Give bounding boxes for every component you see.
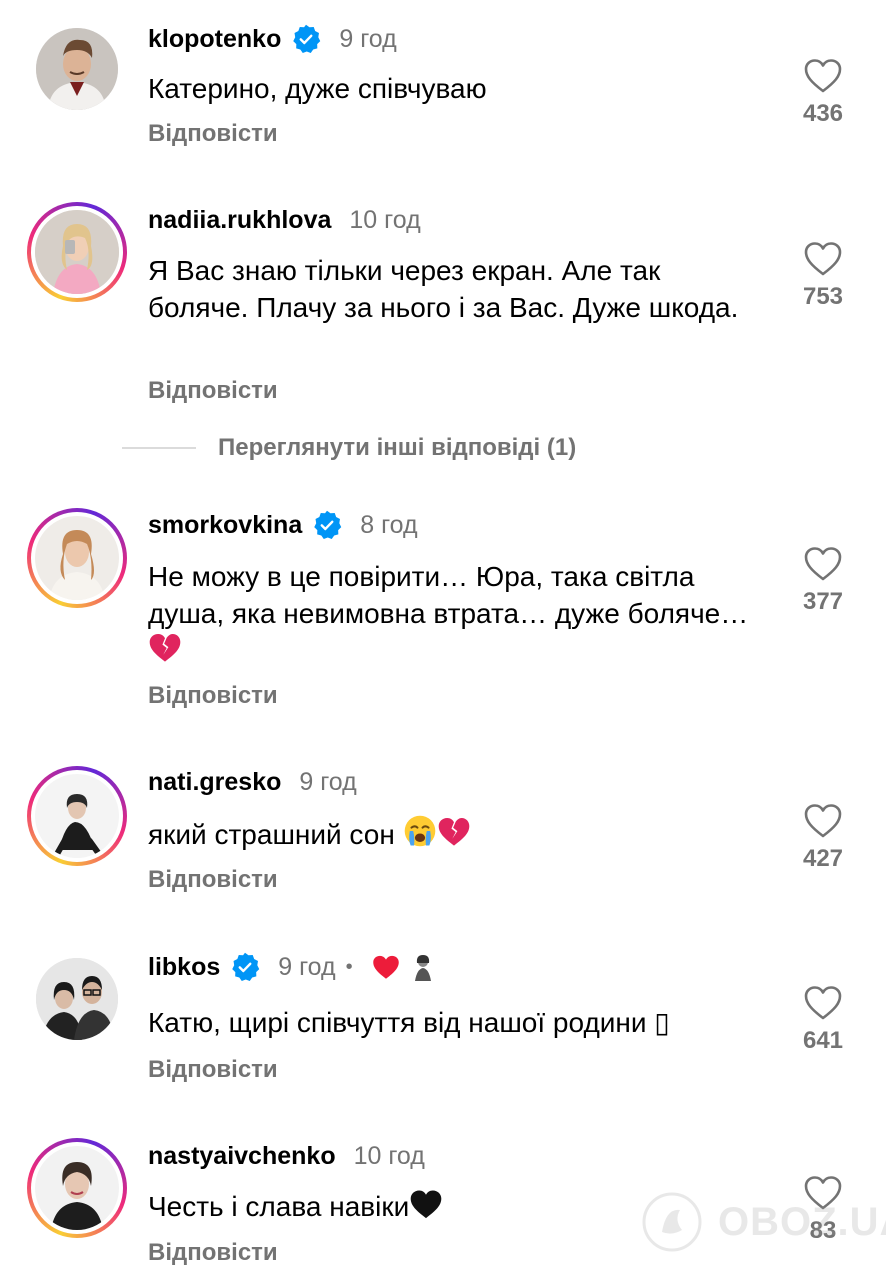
crying-face-icon bbox=[404, 815, 435, 847]
like-count: 753 bbox=[802, 283, 844, 310]
like-count: 377 bbox=[802, 588, 844, 615]
timestamp: 9 год bbox=[339, 24, 397, 53]
username[interactable]: nati.gresko bbox=[148, 768, 281, 797]
creator-avatar-icon bbox=[410, 953, 435, 981]
heart-icon[interactable] bbox=[803, 58, 843, 94]
comment-text: Катерино, дуже співчуваю bbox=[148, 73, 487, 104]
timestamp: 10 год bbox=[353, 1142, 425, 1170]
comment-meta: libkos 9 год • bbox=[148, 952, 435, 982]
comment-meta: nati.gresko 9 год bbox=[148, 768, 357, 797]
separator-dot: • bbox=[345, 955, 353, 978]
reply-button[interactable]: Відповісти bbox=[148, 1239, 278, 1267]
heart-icon[interactable] bbox=[803, 985, 843, 1021]
timestamp: 9 год bbox=[278, 952, 336, 981]
timestamp: 10 год bbox=[349, 206, 421, 234]
verified-badge-icon bbox=[293, 24, 321, 54]
reply-button[interactable]: Відповісти bbox=[148, 682, 278, 710]
comment-text-body: який страшний сон bbox=[148, 819, 395, 850]
avatar[interactable] bbox=[27, 1138, 127, 1238]
comment-meta: nadiia.rukhlova 10 год bbox=[148, 206, 421, 235]
divider bbox=[122, 447, 196, 449]
verified-badge-icon bbox=[314, 510, 342, 540]
comment-text-body: Не можу в це повірити… Юра, така світла … bbox=[148, 561, 749, 629]
like-control: 641 bbox=[796, 985, 850, 1055]
like-control: 436 bbox=[796, 58, 850, 128]
heart-icon[interactable] bbox=[803, 803, 843, 839]
heart-icon[interactable] bbox=[803, 546, 843, 582]
black-heart-icon bbox=[410, 1190, 442, 1219]
view-more-replies[interactable]: Переглянути інші відповіді (1) bbox=[122, 434, 576, 462]
creator-liked-heart-icon bbox=[372, 955, 399, 979]
like-count: 436 bbox=[802, 100, 844, 127]
username[interactable]: klopotenko bbox=[148, 25, 281, 54]
watermark: OBOZ.UA bbox=[640, 1190, 886, 1254]
like-control: 753 bbox=[796, 241, 850, 311]
broken-heart-icon bbox=[149, 633, 181, 662]
like-control: 427 bbox=[796, 803, 850, 873]
comment-meta: nastyaivchenko 10 год bbox=[148, 1142, 425, 1171]
like-count: 641 bbox=[802, 1027, 844, 1054]
comment-meta: klopotenko 9 год bbox=[148, 24, 397, 54]
comment-meta: smorkovkina 8 год bbox=[148, 510, 418, 540]
reply-button[interactable]: Відповісти bbox=[148, 1056, 278, 1084]
comment-text-body: Честь і слава навіки bbox=[148, 1191, 410, 1222]
username[interactable]: libkos bbox=[148, 953, 220, 982]
avatar[interactable] bbox=[36, 28, 118, 110]
username[interactable]: nadiia.rukhlova bbox=[148, 206, 331, 235]
username[interactable]: nastyaivchenko bbox=[148, 1142, 336, 1171]
username[interactable]: smorkovkina bbox=[148, 511, 302, 540]
comment-text: Не можу в це повірити… Юра, така світла … bbox=[148, 558, 768, 669]
verified-badge-icon bbox=[232, 952, 260, 982]
avatar[interactable] bbox=[27, 766, 127, 866]
view-more-replies-label[interactable]: Переглянути інші відповіді (1) bbox=[218, 434, 576, 462]
comment-text: Катю, щирі співчуття від нашої родини ▯ bbox=[148, 1007, 670, 1038]
timestamp: 9 год bbox=[299, 768, 357, 796]
reply-button[interactable]: Відповісти bbox=[148, 120, 278, 148]
watermark-text: OBOZ.UA bbox=[718, 1199, 886, 1244]
broken-heart-icon bbox=[438, 817, 469, 846]
watermark-logo-icon bbox=[642, 1192, 702, 1252]
heart-icon[interactable] bbox=[803, 241, 843, 277]
avatar[interactable] bbox=[27, 202, 127, 302]
avatar[interactable] bbox=[36, 958, 118, 1040]
like-count: 427 bbox=[802, 845, 844, 872]
comment-text: Я Вас знаю тільки через екран. Але так б… bbox=[148, 255, 739, 323]
timestamp: 8 год bbox=[360, 510, 418, 539]
avatar[interactable] bbox=[27, 508, 127, 608]
reply-button[interactable]: Відповісти bbox=[148, 377, 278, 405]
reply-button[interactable]: Відповісти bbox=[148, 866, 278, 894]
comment-text: який страшний сон bbox=[148, 814, 768, 853]
like-control: 377 bbox=[796, 546, 850, 616]
